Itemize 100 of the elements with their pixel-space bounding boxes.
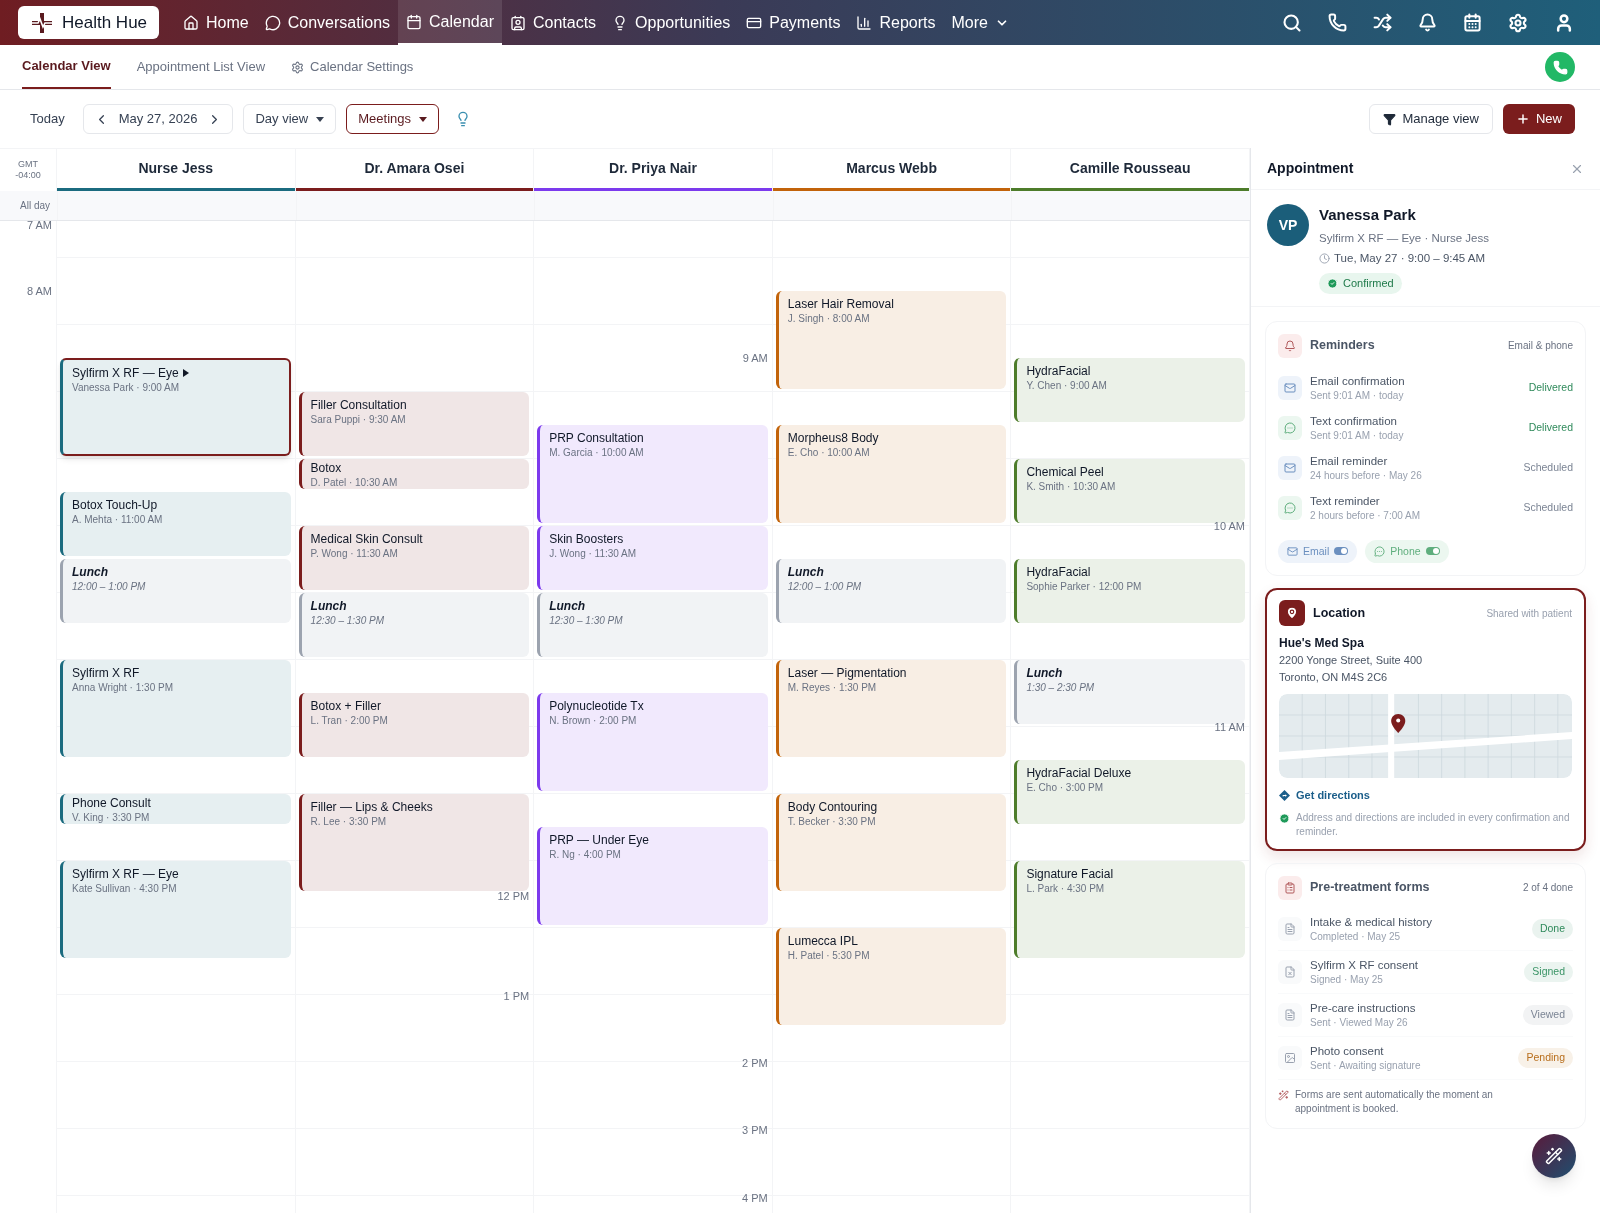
break-block[interactable]: Lunch 12:30 – 1:30 PM [537, 592, 768, 657]
appointment-title: Signature Facial [1026, 865, 1114, 882]
settings-icon[interactable] [1508, 12, 1528, 33]
appointment-card[interactable]: HydraFacial Y. Chen · 9:00 AM [1014, 358, 1245, 422]
appointment-card[interactable]: Polynucleotide Tx N. Brown · 2:00 PM [537, 693, 768, 791]
nav-item[interactable]: Reports [848, 0, 944, 45]
appointment-title: Laser — Pigmentation [787, 664, 907, 681]
nav-item[interactable]: Conversations [256, 0, 399, 45]
nav-item[interactable]: Home [175, 0, 257, 45]
appointment-card[interactable]: Laser — Pigmentation M. Reyes · 1:30 PM [775, 659, 1007, 757]
check-circle-icon [1279, 812, 1290, 824]
contact-card-icon [509, 14, 526, 31]
form-title: Photo consent [1310, 1043, 1385, 1059]
appointment-card[interactable]: Body Contouring T. Becker · 3:30 PM [775, 793, 1007, 891]
appointment-card[interactable]: PRP — Under Eye R. Ng · 4:00 PM [537, 827, 768, 925]
timezone-label: GMT [18, 159, 38, 170]
view-tab[interactable]: Calendar Settings [291, 45, 414, 89]
card-note: Shared with patient [1486, 606, 1572, 621]
appointment-card[interactable]: PRP Consultation M. Garcia · 10:00 AM [537, 425, 768, 523]
appointment-card[interactable]: Botox Touch-Up A. Mehta · 11:00 AM [60, 492, 291, 556]
nav-item[interactable]: Contacts [501, 0, 605, 45]
calendar-filter-dropdown[interactable]: Meetings [346, 104, 439, 134]
forms-note: Forms are sent automatically the moment an appointment is booked. [1295, 1087, 1494, 1116]
chat-bubble-icon [1284, 421, 1296, 434]
reminder-status: Delivered [1528, 379, 1573, 395]
calendar-icon[interactable] [1463, 13, 1482, 32]
manage-view-button[interactable]: Manage view [1369, 104, 1493, 134]
break-block[interactable]: Lunch 1:30 – 2:30 PM [1014, 659, 1245, 724]
view-tab[interactable]: Appointment List View [136, 45, 266, 89]
house-icon [183, 14, 200, 31]
appointment-card[interactable]: Sylfirm X RF — Eye Kate Sullivan · 4:30 PM [60, 860, 291, 958]
phone-icon [1552, 59, 1568, 75]
appointment-card[interactable]: Phone Consult V. King · 3:30 PM [60, 793, 291, 824]
appointment-detail: R. Lee · 3:30 PM [310, 814, 388, 828]
shuffle-icon[interactable] [1373, 13, 1392, 32]
nav-item[interactable]: Payments [738, 0, 849, 45]
user-icon[interactable] [1554, 12, 1574, 33]
appointment-detail: 12:30 – 1:30 PM [310, 613, 385, 627]
appointment-detail: E. Cho · 3:00 PM [1026, 781, 1105, 794]
get-directions-link[interactable]: Get directions [1296, 787, 1370, 804]
magic-action-button[interactable] [1532, 1134, 1576, 1178]
view-tab[interactable]: Calendar View [22, 45, 111, 89]
nav-item[interactable]: More [943, 0, 1017, 45]
search-icon[interactable] [1282, 12, 1302, 33]
appointment-title: Botox + Filler [310, 698, 381, 714]
time-label: 3 PM [742, 1123, 768, 1138]
appointment-title: Medical Skin Consult [310, 530, 423, 547]
break-block[interactable]: Lunch 12:00 – 1:00 PM [60, 559, 291, 623]
appointment-card[interactable]: Sylfirm X RF — Eye Vanessa Park · 9:00 AM [60, 358, 291, 456]
check-circle-icon [1327, 277, 1338, 289]
phone-icon[interactable] [1328, 13, 1347, 32]
appointment-title: Sylfirm X RF — Eye [72, 365, 179, 381]
reminder-title: Text confirmation [1310, 413, 1398, 429]
today-button[interactable]: Today [22, 104, 73, 134]
appointment-card[interactable]: Laser Hair Removal J. Singh · 8:00 AM [775, 291, 1007, 389]
card-title: Reminders [1310, 337, 1375, 355]
form-detail: Completed · May 25 [1310, 929, 1402, 943]
appointment-card[interactable]: Sylfirm X RF Anna Wright · 1:30 PM [60, 659, 291, 757]
appointment-title: Phone Consult [72, 794, 151, 811]
break-block[interactable]: Lunch 12:30 – 1:30 PM [298, 592, 530, 657]
date-picker[interactable]: May 27, 2026 [82, 104, 234, 134]
appointment-title: Skin Boosters [549, 530, 624, 547]
lightbulb-icon[interactable] [455, 111, 471, 127]
appointment-card[interactable]: Filler — Lips & Cheeks R. Lee · 3:30 PM [298, 793, 530, 891]
appointment-title: Filler Consultation [310, 396, 407, 413]
time-label: 2 PM [742, 1056, 768, 1071]
new-button[interactable]: New [1503, 104, 1575, 134]
appointment-card[interactable]: Botox + Filler L. Tran · 2:00 PM [298, 693, 530, 757]
appointment-card[interactable]: Morpheus8 Body E. Cho · 10:00 AM [775, 425, 1007, 523]
appointment-card[interactable]: Medical Skin Consult P. Wong · 11:30 AM [298, 525, 530, 590]
call-button[interactable] [1545, 52, 1575, 82]
plus-icon [1516, 112, 1530, 126]
card-title: Pre-treatment forms [1310, 879, 1430, 897]
appointment-detail: Y. Chen · 9:00 AM [1026, 379, 1108, 392]
toggle-switch[interactable] [1334, 547, 1349, 556]
appointment-title: Filler — Lips & Cheeks [310, 798, 433, 815]
nav-item[interactable]: Calendar [398, 0, 502, 45]
reminder-detail: Sent 9:01 AM · today [1310, 388, 1405, 402]
appointment-card[interactable]: Skin Boosters J. Wong · 11:30 AM [537, 525, 768, 590]
toggle-switch[interactable] [1425, 547, 1440, 556]
crossed-document-icon [1284, 965, 1296, 978]
appointment-card[interactable]: Signature Facial L. Park · 4:30 PM [1014, 860, 1245, 958]
appointment-card[interactable]: HydraFacial Sophie Parker · 12:00 PM [1014, 559, 1245, 623]
form-status: Done [1531, 918, 1573, 939]
appointment-card[interactable]: HydraFacial Deluxe E. Cho · 3:00 PM [1014, 760, 1245, 824]
appointment-detail: 12:30 – 1:30 PM [549, 613, 624, 627]
break-block[interactable]: Lunch 12:00 – 1:00 PM [775, 559, 1007, 623]
appointment-card[interactable]: Filler Consultation Sara Puppi · 9:30 AM [298, 391, 530, 456]
appointment-card[interactable]: Lumecca IPL H. Patel · 5:30 PM [775, 927, 1007, 1025]
form-detail: Signed · May 25 [1310, 972, 1384, 986]
appointment-card[interactable]: Chemical Peel K. Smith · 10:30 AM [1014, 458, 1245, 523]
logo[interactable]: Health Hue [18, 6, 160, 39]
appointment-title: Sylfirm X RF — Eye [72, 865, 179, 882]
form-title: Intake & medical history [1310, 914, 1433, 930]
appointment-detail: J. Wong · 11:30 AM [549, 546, 638, 560]
appointment-card[interactable]: Botox D. Patel · 10:30 AM [298, 458, 530, 489]
view-dropdown[interactable]: Day view [243, 104, 337, 134]
nav-item[interactable]: Opportunities [604, 0, 739, 45]
appointment-title: Laser Hair Removal [787, 296, 894, 312]
notifications-icon[interactable] [1418, 13, 1437, 32]
